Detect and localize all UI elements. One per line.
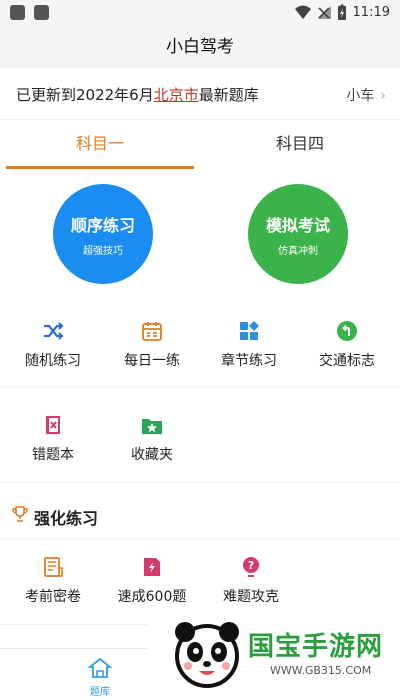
update-notice[interactable]: 已更新到2022年6月北京市最新题库 小车 › (0, 68, 400, 120)
vehicle-selector[interactable]: 小车 › (346, 85, 386, 105)
quick-600-item[interactable]: 速成600题 (102, 556, 202, 606)
favorites-folder-icon (142, 419, 162, 434)
hard-questions-label: 难题攻克 (223, 589, 279, 605)
wrong-questions-label: 错题本 (32, 447, 74, 463)
pre-exam-papers-label: 考前密卷 (25, 589, 81, 605)
wifi-icon (295, 5, 311, 19)
mock-exam-button[interactable]: 模拟考试 仿真冲刺 (248, 184, 348, 284)
signal-icon (318, 6, 331, 19)
daily-practice-item[interactable]: 每日一练 (102, 320, 202, 370)
favorites-label: 收藏夹 (131, 447, 173, 463)
clock: 11:19 (352, 5, 390, 20)
sequential-practice-subtitle: 超强技巧 (83, 246, 123, 257)
quick-600-icon (144, 558, 160, 576)
status-bar: 11:19 (0, 0, 400, 26)
home-icon (88, 657, 112, 678)
panda-logo (175, 622, 239, 688)
wrong-book-icon (46, 416, 60, 434)
notification-icon (34, 5, 49, 20)
daily-practice-label: 每日一练 (124, 353, 180, 369)
mock-exam-title: 模拟考试 (265, 216, 330, 235)
chevron-right-icon: › (380, 88, 386, 104)
random-practice-label: 随机练习 (25, 353, 81, 369)
page-title: 小白驾考 (0, 26, 400, 68)
shuffle-icon (44, 322, 64, 340)
notice-suffix: 最新题库 (198, 86, 259, 104)
chapter-practice-item[interactable]: 章节练习 (199, 320, 299, 370)
traffic-signs-item[interactable]: 交通标志 (297, 320, 397, 370)
hard-questions-item[interactable]: ? 难题攻克 (201, 556, 301, 606)
random-practice-item[interactable]: 随机练习 (3, 320, 103, 370)
calendar-icon (142, 322, 162, 341)
favorites-item[interactable]: 收藏夹 (102, 414, 202, 464)
wrong-questions-item[interactable]: 错题本 (3, 414, 103, 464)
svg-text:?: ? (248, 559, 254, 572)
pre-exam-papers-item[interactable]: 考前密卷 (3, 556, 103, 606)
city-link[interactable]: 北京市 (154, 86, 199, 104)
notice-prefix: 已更新到2022年6月 (16, 86, 154, 104)
battery-icon (338, 4, 346, 20)
tab-subject-one[interactable]: 科目一 (0, 121, 200, 169)
sequential-practice-title: 顺序练习 (70, 216, 135, 235)
hard-question-icon: ? (243, 557, 259, 577)
watermark-brand: 国宝手游网 (248, 632, 384, 662)
watermark-url: WWW.GB315.COM (270, 664, 372, 677)
quick-600-label: 速成600题 (117, 589, 187, 605)
section-title-intensive: 强化练习 (34, 509, 99, 528)
mock-exam-subtitle: 仿真冲刺 (278, 246, 318, 257)
traffic-sign-icon (337, 321, 357, 341)
chapters-icon (240, 321, 259, 340)
traffic-signs-label: 交通标志 (319, 353, 375, 369)
notification-icon (10, 5, 25, 20)
tab-subject-four[interactable]: 科目四 (200, 121, 400, 169)
watermark: 国宝手游网 WWW.GB315.COM (148, 606, 400, 700)
active-tab-indicator (6, 166, 194, 169)
divider (0, 387, 400, 388)
vehicle-label: 小车 (346, 88, 375, 104)
divider (0, 539, 400, 540)
sequential-practice-button[interactable]: 顺序练习 超强技巧 (53, 184, 153, 284)
trophy-icon (12, 506, 28, 522)
chapter-practice-label: 章节练习 (221, 353, 277, 369)
subject-tabs: 科目一 科目四 (0, 121, 400, 169)
exam-paper-icon (44, 557, 63, 577)
nav-question-bank-label: 题库 (90, 687, 110, 698)
divider (0, 482, 400, 483)
